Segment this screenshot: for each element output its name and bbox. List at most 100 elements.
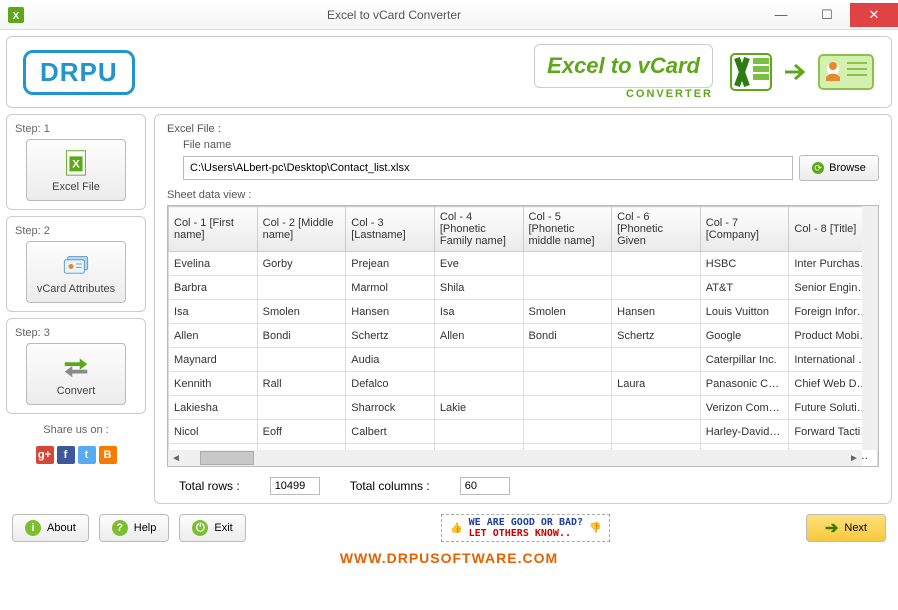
table-row[interactable]: KennithRallDefalcoLauraPanasonic Cor...C…: [169, 372, 878, 396]
table-cell: Smolen: [257, 300, 346, 324]
table-cell: Smolen: [523, 300, 612, 324]
vcard-icon: [817, 51, 875, 93]
table-cell: AT&T: [700, 276, 789, 300]
excel-file-section-label: Excel File :: [167, 123, 879, 135]
promo-banner[interactable]: 👍 WE ARE GOOD OR BAD? LET OTHERS KNOW.. …: [441, 514, 610, 542]
column-header[interactable]: Col - 1 [First name]: [169, 207, 258, 252]
table-cell: [257, 348, 346, 372]
data-grid[interactable]: Col - 1 [First name]Col - 2 [Middle name…: [167, 205, 879, 467]
header-icons: [727, 48, 875, 96]
table-cell: Defalco: [346, 372, 435, 396]
column-header[interactable]: Col - 7 [Company]: [700, 207, 789, 252]
footer: iAbout ?Help ⏻Exit 👍 WE ARE GOOD OR BAD?…: [0, 504, 898, 548]
table-cell: [434, 348, 523, 372]
minimize-button[interactable]: —: [758, 3, 804, 27]
convert-button[interactable]: Convert: [26, 343, 126, 405]
scrollbar-horizontal[interactable]: ◄ ►: [168, 450, 862, 466]
titlebar: X Excel to vCard Converter — ☐ ✕: [0, 0, 898, 30]
table-row[interactable]: IsaSmolenHansenIsaSmolenHansenLouis Vuit…: [169, 300, 878, 324]
column-header[interactable]: Col - 4 [Phonetic Family name]: [434, 207, 523, 252]
table-cell: Lakie: [434, 396, 523, 420]
website-url: WWW.DRPUSOFTWARE.COM: [0, 550, 898, 566]
table-cell: [612, 252, 701, 276]
table-cell: [434, 372, 523, 396]
scrollbar-vertical[interactable]: [862, 206, 878, 450]
total-rows-label: Total rows :: [179, 479, 240, 493]
convert-icon: [61, 351, 91, 381]
table-cell: [523, 348, 612, 372]
table-cell: [523, 396, 612, 420]
table-cell: [612, 420, 701, 444]
table-cell: Hansen: [346, 300, 435, 324]
table-cell: Louis Vuitton: [700, 300, 789, 324]
close-button[interactable]: ✕: [850, 3, 898, 27]
table-cell: Calbert: [346, 420, 435, 444]
column-header[interactable]: Col - 5 [Phonetic middle name]: [523, 207, 612, 252]
table-cell: Schertz: [612, 324, 701, 348]
exit-button[interactable]: ⏻Exit: [179, 514, 245, 542]
browse-button[interactable]: ⟳Browse: [799, 155, 879, 181]
table-cell: Bondi: [523, 324, 612, 348]
file-path-input[interactable]: [183, 156, 793, 180]
file-name-label: File name: [183, 139, 879, 151]
table-cell: Prejean: [346, 252, 435, 276]
table-cell: Schertz: [346, 324, 435, 348]
table-cell: Sharrock: [346, 396, 435, 420]
table-row[interactable]: LakieshaSharrockLakieVerizon Commu...Fut…: [169, 396, 878, 420]
table-cell: Marmol: [346, 276, 435, 300]
thumbsdown-icon: 👎: [589, 523, 601, 534]
table-cell: [523, 276, 612, 300]
scroll-right-icon[interactable]: ►: [846, 450, 862, 466]
table-row[interactable]: AllenBondiSchertzAllenBondiSchertzGoogle…: [169, 324, 878, 348]
column-header[interactable]: Col - 2 [Middle name]: [257, 207, 346, 252]
column-header[interactable]: Col - 3 [Lastname]: [346, 207, 435, 252]
excel-file-button[interactable]: X Excel File: [26, 139, 126, 201]
table-cell: Caterpillar Inc.: [700, 348, 789, 372]
table-cell: [523, 372, 612, 396]
table-row[interactable]: MaynardAudiaCaterpillar Inc.Internationa…: [169, 348, 878, 372]
table-row[interactable]: NicolEoffCalbertHarley-Davidso...Forward…: [169, 420, 878, 444]
scroll-left-icon[interactable]: ◄: [168, 450, 184, 466]
app-icon: X: [8, 7, 24, 23]
next-button[interactable]: ➔Next: [806, 514, 886, 542]
table-cell: Eoff: [257, 420, 346, 444]
total-rows-value: [270, 477, 320, 495]
total-cols-label: Total columns :: [350, 479, 430, 493]
table-cell: [612, 348, 701, 372]
browse-icon: ⟳: [812, 162, 824, 174]
facebook-icon[interactable]: f: [57, 446, 75, 464]
gplus-icon[interactable]: g+: [36, 446, 54, 464]
table-row[interactable]: EvelinaGorbyPrejeanEveHSBCInter Purchasi…: [169, 252, 878, 276]
power-icon: ⏻: [192, 520, 208, 536]
share-label: Share us on :: [6, 424, 146, 436]
excel-icon: [727, 48, 775, 96]
brand-logo: DRPU: [23, 50, 135, 95]
vcard-attributes-button[interactable]: vCard Attributes: [26, 241, 126, 303]
table-cell: Audia: [346, 348, 435, 372]
column-header[interactable]: Col - 6 [Phonetic Given: [612, 207, 701, 252]
step-2-group: Step: 2 vCard Attributes: [6, 216, 146, 312]
about-button[interactable]: iAbout: [12, 514, 89, 542]
table-cell: Shila: [434, 276, 523, 300]
table-cell: Allen: [434, 324, 523, 348]
table-cell: [612, 276, 701, 300]
help-button[interactable]: ?Help: [99, 514, 170, 542]
arrow-right-icon: ➔: [825, 518, 838, 538]
table-cell: Isa: [434, 300, 523, 324]
table-cell: Evelina: [169, 252, 258, 276]
product-title: Excel to vCard CONVERTER: [534, 44, 713, 100]
table-cell: Kennith: [169, 372, 258, 396]
maximize-button[interactable]: ☐: [804, 3, 850, 27]
table-cell: Allen: [169, 324, 258, 348]
table-cell: Maynard: [169, 348, 258, 372]
svg-text:X: X: [72, 159, 80, 171]
twitter-icon[interactable]: t: [78, 446, 96, 464]
table-cell: [434, 420, 523, 444]
table-cell: [523, 252, 612, 276]
table-cell: Laura: [612, 372, 701, 396]
scroll-thumb[interactable]: [200, 451, 254, 465]
table-cell: Hansen: [612, 300, 701, 324]
table-cell: Rall: [257, 372, 346, 396]
table-row[interactable]: BarbraMarmolShilaAT&TSenior Engineerin..…: [169, 276, 878, 300]
blogger-icon[interactable]: B: [99, 446, 117, 464]
